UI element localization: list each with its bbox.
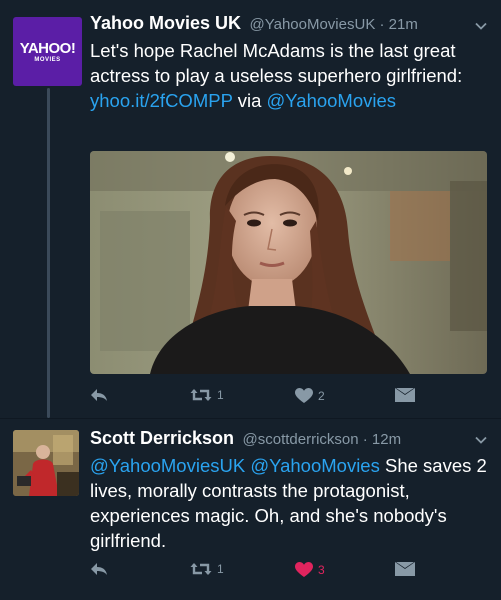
- retweet-count: 1: [217, 562, 224, 576]
- media-photo: [90, 151, 487, 374]
- envelope-icon: [395, 388, 415, 402]
- retweet-icon: [190, 563, 212, 575]
- thread-connector-line: [47, 88, 50, 418]
- retweet-button[interactable]: 1: [190, 562, 224, 576]
- retweet-count: 1: [217, 388, 224, 402]
- chevron-down-icon[interactable]: [475, 434, 487, 446]
- tweet-text-via: via: [232, 90, 267, 111]
- direct-message-button[interactable]: [395, 562, 415, 576]
- tweet-actions: 1 2: [90, 388, 420, 410]
- tweet-link-url[interactable]: yhoo.it/2fCOMPP: [90, 90, 233, 111]
- like-button[interactable]: 2: [295, 388, 325, 404]
- heart-icon: [295, 388, 313, 403]
- heart-icon: [295, 562, 313, 577]
- tweet-text-body: Let's hope Rachel McAdams is the last gr…: [90, 40, 463, 86]
- tweet-text: @YahooMoviesUK @YahooMovies She saves 2 …: [90, 453, 490, 553]
- retweet-icon: [190, 389, 212, 401]
- author-name[interactable]: Yahoo Movies UK: [90, 13, 241, 33]
- yahoo-logo-text: YAHOO!: [19, 39, 76, 57]
- like-button[interactable]: 3: [295, 562, 325, 578]
- tweet-header: Scott Derrickson @scottderrickson · 12m: [90, 428, 401, 452]
- author-handle-time[interactable]: @scottderrickson · 12m: [243, 431, 402, 448]
- reply-icon: [91, 389, 107, 401]
- reply-button[interactable]: [90, 388, 113, 402]
- chevron-down-icon[interactable]: [475, 20, 487, 32]
- yahoo-logo-subtext: MOVIES: [34, 56, 61, 63]
- mention-yahoomoviesuk[interactable]: @YahooMoviesUK: [90, 455, 245, 476]
- avatar-yahoo-movies[interactable]: YAHOO! MOVIES: [13, 17, 82, 86]
- author-name[interactable]: Scott Derrickson: [90, 428, 234, 448]
- direct-message-button[interactable]: [395, 388, 415, 402]
- like-count: 3: [318, 563, 325, 577]
- tweet-media-image[interactable]: [90, 151, 487, 374]
- tweet-header: Yahoo Movies UK @YahooMoviesUK · 21m: [90, 13, 418, 37]
- reply-icon: [91, 563, 107, 575]
- like-count: 2: [318, 389, 325, 403]
- envelope-icon: [395, 562, 415, 576]
- tweet-divider: [0, 418, 501, 419]
- tweet-text: Let's hope Rachel McAdams is the last gr…: [90, 38, 490, 113]
- mention-yahoomovies[interactable]: @YahooMovies: [250, 455, 380, 476]
- reply-button[interactable]: [90, 562, 113, 576]
- avatar-scott-derrickson[interactable]: [13, 430, 79, 496]
- author-handle-time[interactable]: @YahooMoviesUK · 21m: [249, 16, 417, 33]
- retweet-button[interactable]: 1: [190, 388, 224, 402]
- mention-yahoomovies[interactable]: @YahooMovies: [267, 90, 397, 111]
- avatar-photo: [13, 430, 79, 496]
- tweet-actions: 1 3: [90, 562, 420, 584]
